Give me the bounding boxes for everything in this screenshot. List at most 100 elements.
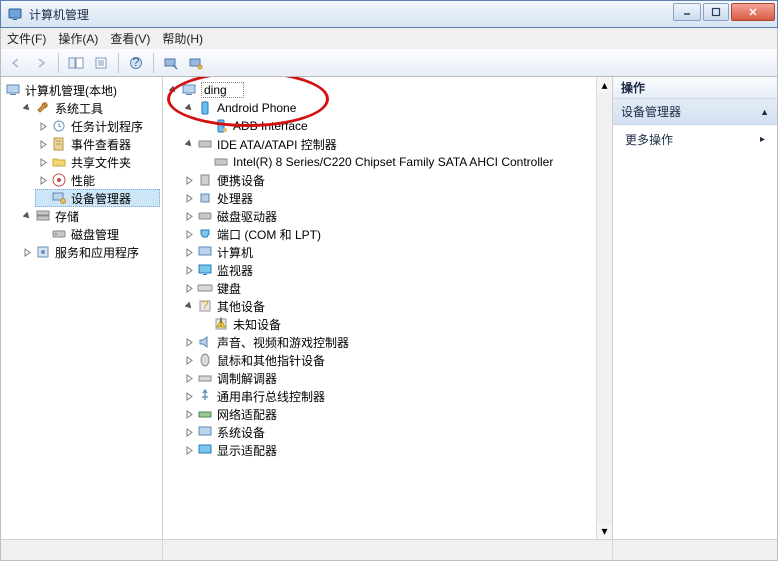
expander-icon[interactable] xyxy=(183,300,195,312)
expander-icon[interactable] xyxy=(183,282,195,294)
device-label: 显示适配器 xyxy=(217,442,277,459)
tree-storage[interactable]: 存储 xyxy=(19,207,160,225)
device-other[interactable]: ? 其他设备 xyxy=(181,297,610,315)
cpu-icon xyxy=(197,190,213,206)
toolbar-back-button[interactable] xyxy=(5,52,27,74)
scroll-down-icon[interactable]: ▾ xyxy=(597,523,612,539)
expander-icon[interactable] xyxy=(183,228,195,240)
device-label: 端口 (COM 和 LPT) xyxy=(217,226,321,243)
device-mouse[interactable]: 鼠标和其他指针设备 xyxy=(181,351,610,369)
device-ports[interactable]: 端口 (COM 和 LPT) xyxy=(181,225,610,243)
tree-services[interactable]: 服务和应用程序 xyxy=(19,243,160,261)
device-modem[interactable]: 调制解调器 xyxy=(181,369,610,387)
scroll-up-icon[interactable]: ▴ xyxy=(597,77,612,93)
expander-icon[interactable] xyxy=(37,120,49,132)
tree-device-manager[interactable]: 设备管理器 xyxy=(35,189,160,207)
menu-help[interactable]: 帮助(H) xyxy=(162,30,203,47)
menu-file[interactable]: 文件(F) xyxy=(7,30,46,47)
expander-icon[interactable] xyxy=(183,174,195,186)
tree-label: 磁盘管理 xyxy=(71,226,119,243)
ide-icon xyxy=(213,154,229,170)
toolbar-scan-button[interactable] xyxy=(160,52,182,74)
expander-icon[interactable] xyxy=(183,138,195,150)
close-button[interactable] xyxy=(731,3,775,21)
device-label: ADB Interface xyxy=(233,119,308,133)
toolbar-showhide-button[interactable] xyxy=(65,52,87,74)
tree-task-scheduler[interactable]: 任务计划程序 xyxy=(35,117,160,135)
expander-icon[interactable] xyxy=(183,390,195,402)
main-body: 计算机管理(本地) 系统工具 xyxy=(0,77,778,539)
tree-root[interactable]: 计算机管理(本地) xyxy=(3,81,160,99)
expander-icon[interactable] xyxy=(37,174,49,186)
toolbar-properties-button[interactable] xyxy=(90,52,112,74)
expander-icon[interactable] xyxy=(183,102,195,114)
expander-icon[interactable] xyxy=(37,138,49,150)
expander-icon[interactable] xyxy=(21,102,33,114)
device-cpu[interactable]: 处理器 xyxy=(181,189,610,207)
menu-view[interactable]: 查看(V) xyxy=(110,30,150,47)
expander-icon[interactable] xyxy=(183,354,195,366)
keyboard-icon xyxy=(197,280,213,296)
toolbar-forward-button[interactable] xyxy=(30,52,52,74)
wrench-icon xyxy=(35,100,51,116)
device-portable[interactable]: 便携设备 xyxy=(181,171,610,189)
expander-icon[interactable] xyxy=(183,264,195,276)
device-network[interactable]: 网络适配器 xyxy=(181,405,610,423)
tree-event-viewer[interactable]: 事件查看器 xyxy=(35,135,160,153)
device-label: 键盘 xyxy=(217,280,241,297)
device-adb[interactable]: ADB Interface xyxy=(197,117,610,135)
right-more-actions[interactable]: 更多操作 ▸ xyxy=(613,125,777,154)
device-disk-drives[interactable]: 磁盘驱动器 xyxy=(181,207,610,225)
device-label: Android Phone xyxy=(217,101,296,115)
tree-label: 事件查看器 xyxy=(71,136,131,153)
expander-icon[interactable] xyxy=(183,246,195,258)
device-root[interactable]: ding xyxy=(165,81,610,99)
device-label: 声音、视频和游戏控制器 xyxy=(217,334,349,351)
device-android-phone[interactable]: Android Phone xyxy=(181,99,610,117)
mgmt-tree: 计算机管理(本地) 系统工具 xyxy=(3,81,160,261)
expander-icon[interactable] xyxy=(183,408,195,420)
device-keyboard[interactable]: 键盘 xyxy=(181,279,610,297)
toolbar-refresh-button[interactable] xyxy=(185,52,207,74)
expander-icon[interactable] xyxy=(183,210,195,222)
device-ide[interactable]: IDE ATA/ATAPI 控制器 xyxy=(181,135,610,153)
tree-performance[interactable]: 性能 xyxy=(35,171,160,189)
tree-system-tools[interactable]: 系统工具 xyxy=(19,99,160,117)
device-display[interactable]: 显示适配器 xyxy=(181,441,610,459)
expander-spacer xyxy=(37,192,49,204)
toolbar-help-button[interactable]: ? xyxy=(125,52,147,74)
device-monitor[interactable]: 监视器 xyxy=(181,261,610,279)
expander-icon[interactable] xyxy=(21,246,33,258)
right-section[interactable]: 设备管理器 ▲ xyxy=(613,99,777,125)
device-computer[interactable]: 计算机 xyxy=(181,243,610,261)
device-label: 未知设备 xyxy=(233,316,281,333)
scroll-track[interactable] xyxy=(597,93,612,523)
expander-icon[interactable] xyxy=(37,156,49,168)
expander-spacer xyxy=(199,318,211,330)
expander-icon[interactable] xyxy=(183,192,195,204)
tree-disk-mgmt[interactable]: 磁盘管理 xyxy=(35,225,160,243)
expander-icon[interactable] xyxy=(183,426,195,438)
menu-action[interactable]: 操作(A) xyxy=(58,30,98,47)
device-sound[interactable]: 声音、视频和游戏控制器 xyxy=(181,333,610,351)
minimize-button[interactable] xyxy=(673,3,701,21)
device-unknown[interactable]: ! 未知设备 xyxy=(197,315,610,333)
device-usb[interactable]: 通用串行总线控制器 xyxy=(181,387,610,405)
expander-icon[interactable] xyxy=(183,336,195,348)
device-ide-child[interactable]: Intel(R) 8 Series/C220 Chipset Family SA… xyxy=(197,153,610,171)
statusbar xyxy=(0,539,778,561)
device-system[interactable]: 系统设备 xyxy=(181,423,610,441)
disk-icon xyxy=(51,226,67,242)
expander-icon[interactable] xyxy=(167,84,179,96)
services-icon xyxy=(35,244,51,260)
expander-icon[interactable] xyxy=(183,372,195,384)
warning-icon: ! xyxy=(213,316,229,332)
device-label: 监视器 xyxy=(217,262,253,279)
right-item-label: 更多操作 xyxy=(625,131,673,148)
scrollbar-vertical[interactable]: ▴ ▾ xyxy=(596,77,612,539)
expander-icon[interactable] xyxy=(183,444,195,456)
tree-shared-folders[interactable]: 共享文件夹 xyxy=(35,153,160,171)
maximize-button[interactable] xyxy=(703,3,729,21)
expander-icon[interactable] xyxy=(21,210,33,222)
device-label: 调制解调器 xyxy=(217,370,277,387)
